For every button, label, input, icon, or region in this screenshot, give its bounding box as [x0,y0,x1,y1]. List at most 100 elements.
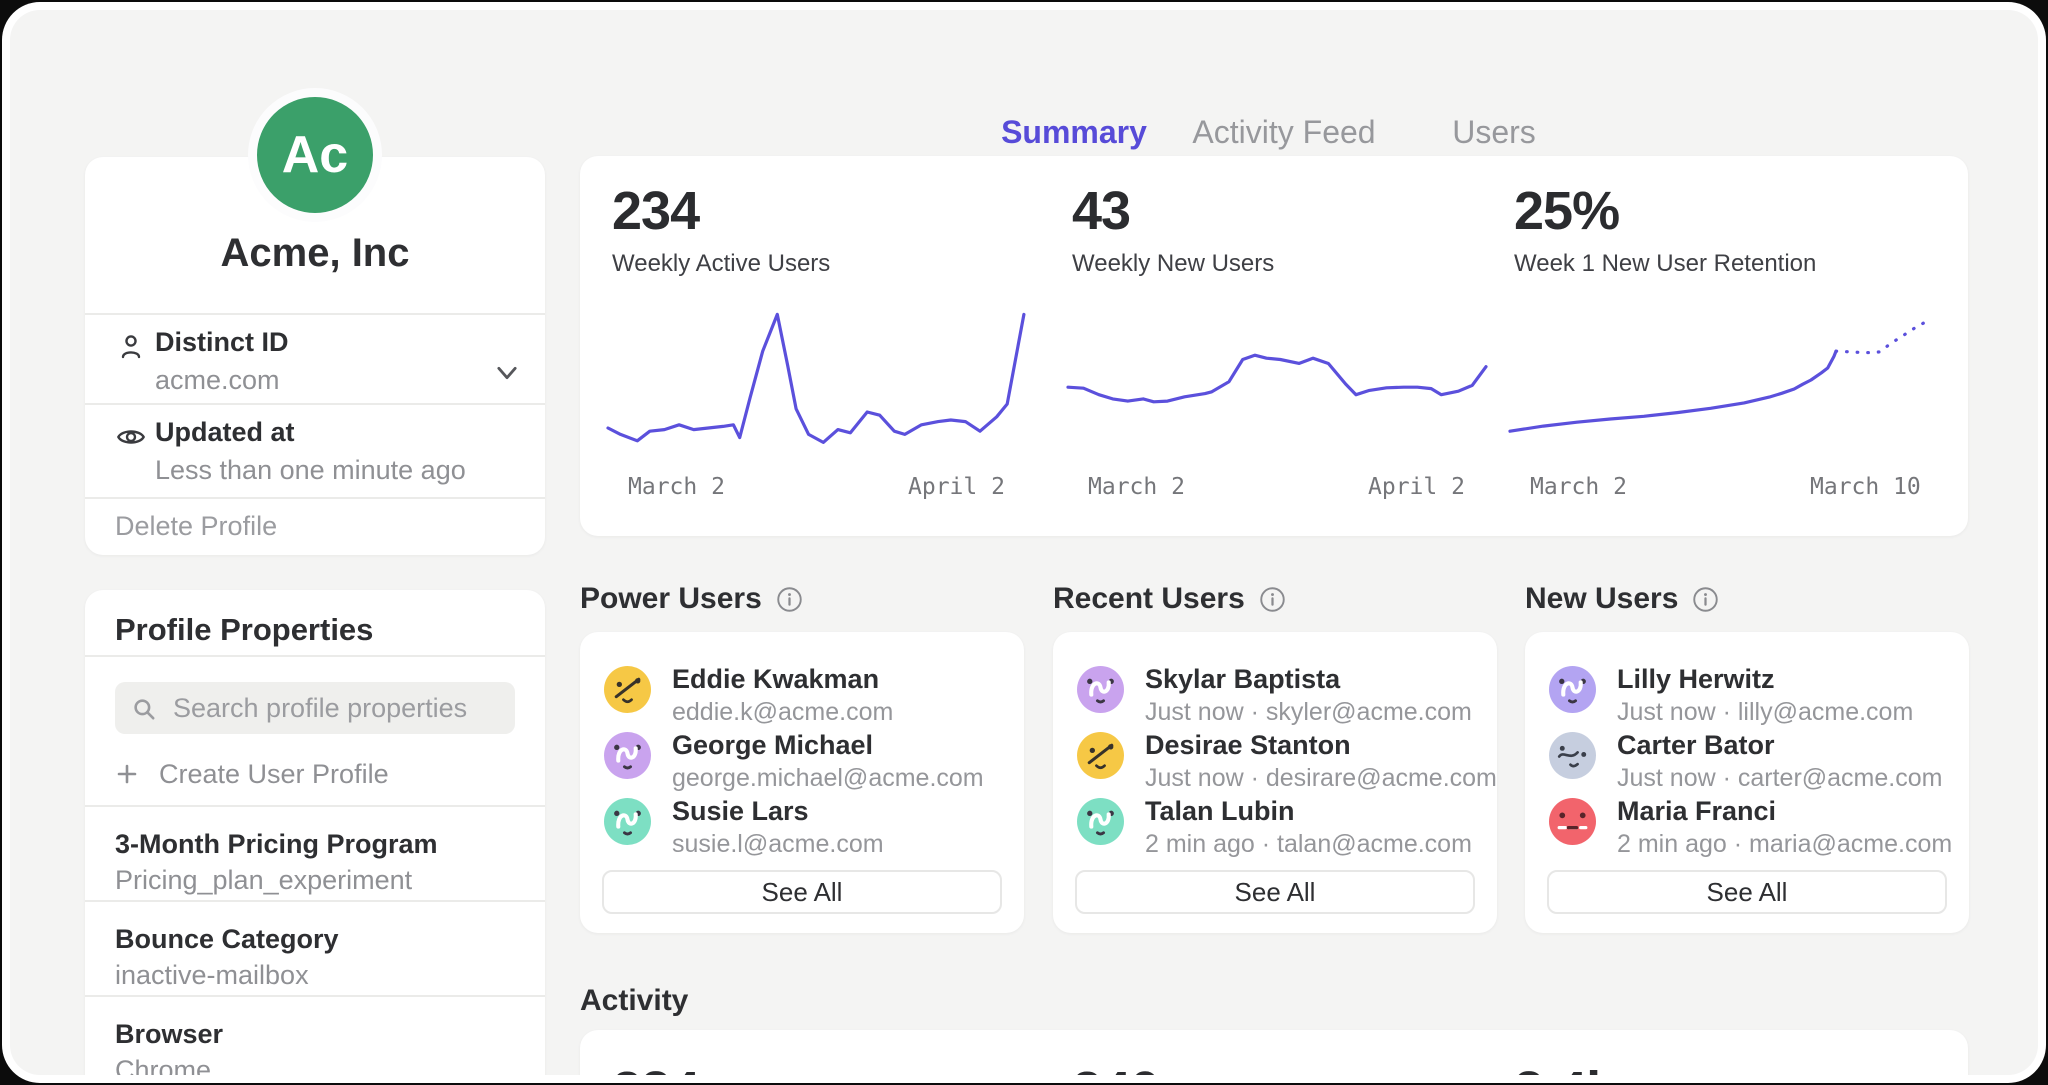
user-meta: susie.l@acme.com [672,830,884,859]
new-users-header: New Users [1525,582,1719,616]
property-name: Bounce Category [115,924,339,955]
chart-line-weekly-active-users [608,314,1024,442]
see-all-button[interactable]: See All [1547,870,1947,914]
activity-stat-value: 3.4k [1514,1060,1615,1075]
chevron-down-icon[interactable] [493,359,521,387]
property-value: Pricing_plan_experiment [115,865,412,896]
chart-line-retention-actual [1510,351,1836,431]
profile-properties-card: Profile Properties Create User Profile 3… [85,590,545,1075]
person-icon [115,331,147,363]
user-name: Eddie Kwakman [672,664,879,695]
line-chart-weekly-new-users [1068,300,1486,460]
property-row: 3-Month Pricing Program Pricing_plan_exp… [85,805,545,900]
delete-profile-button[interactable]: Delete Profile [115,511,277,542]
user-meta: george.michael@acme.com [672,764,984,793]
user-meta: Just now · desirare@acme.com [1145,764,1497,793]
x-axis-tick: April 2 [908,474,1005,500]
user-name: Lilly Herwitz [1617,664,1775,695]
create-user-profile-button[interactable]: Create User Profile [115,754,389,794]
stat-label: Weekly New Users [1072,250,1274,278]
company-avatar: Ac [248,88,382,222]
user-list-item[interactable]: Carter BatorJust now · carter@acme.com [1525,728,1969,788]
user-list-item[interactable]: Maria Franci2 min ago · maria@acme.com [1525,794,1969,854]
company-name: Acme, Inc [85,231,545,276]
create-user-profile-label: Create User Profile [159,759,389,790]
x-axis-tick: April 2 [1368,474,1465,500]
user-meta: Just now · skyler@acme.com [1145,698,1472,727]
field-label: Updated at [155,417,295,448]
field-row-updated-at: Updated at Less than one minute ago [85,403,545,497]
tab-bar: Summary Activity Feed Users [590,106,1978,162]
property-row: Browser Chrome [85,995,545,1075]
user-name: Desirae Stanton [1145,730,1351,761]
user-list-item[interactable]: Desirae StantonJust now · desirare@acme.… [1053,728,1497,788]
field-row-distinct-id: Distinct ID acme.com [85,313,545,403]
stat-weekly-active-users: 234 Weekly Active Users March 2 April 2 [608,156,1028,536]
property-value: Chrome [115,1055,211,1075]
user-list-item[interactable]: George Michaelgeorge.michael@acme.com [580,728,1024,788]
power-users-card: Eddie Kwakmaneddie.k@acme.comGeorge Mich… [580,632,1024,933]
line-chart-retention [1510,300,1928,460]
property-value: inactive-mailbox [115,960,309,991]
x-axis-tick: March 2 [1088,474,1185,500]
info-icon[interactable] [1692,586,1719,613]
divider [85,655,545,657]
info-icon[interactable] [776,586,803,613]
stat-value: 43 [1072,180,1130,242]
section-title: Recent Users [1053,582,1245,616]
recent-users-card: Skylar Baptista Just now · skyler@acme.co… [1053,632,1497,933]
property-name: 3-Month Pricing Program [115,829,438,860]
user-list-item[interactable]: Lilly HerwitzJust now · lilly@acme.com [1525,662,1969,722]
x-axis-tick: March 10 [1810,474,1921,500]
eye-icon [115,421,147,453]
user-name: Carter Bator [1617,730,1775,761]
section-title: New Users [1525,582,1678,616]
activity-stat-value: 234 [612,1060,699,1075]
user-meta: eddie.k@acme.com [672,698,893,727]
user-name: Skylar Baptista [1145,664,1340,695]
tab-activity-feed[interactable]: Activity Feed [1179,106,1389,162]
field-value: acme.com [155,365,280,396]
user-name: Maria Franci [1617,796,1776,827]
user-avatar [1549,732,1596,779]
user-avatar [1077,666,1124,713]
user-list-item[interactable]: Susie Larssusie.l@acme.com [580,794,1024,854]
profile-properties-title: Profile Properties [115,612,373,648]
summary-stats-card: 234 Weekly Active Users March 2 April 2 … [580,156,1968,536]
user-avatar [604,666,651,713]
plus-icon [115,762,139,786]
see-all-button[interactable]: See All [602,870,1002,914]
search-input[interactable] [115,682,515,734]
user-avatar [1077,732,1124,779]
chart-line-retention-projected [1836,323,1924,353]
user-name: George Michael [672,730,873,761]
tab-users[interactable]: Users [1389,106,1599,162]
user-meta: 2 min ago · talan@acme.com [1145,830,1472,859]
user-avatar [1549,666,1596,713]
recent-users-header: Recent Users [1053,582,1286,616]
company-avatar-initials: Ac [282,125,348,185]
user-list-item[interactable]: Talan Lubin2 min ago · talan@acme.com [1053,794,1497,854]
user-avatar [1549,798,1596,845]
activity-section-title: Activity [580,984,688,1018]
see-all-button[interactable]: See All [1075,870,1475,914]
field-label: Distinct ID [155,327,289,358]
activity-card: 234 240 3.4k [580,1030,1968,1075]
info-icon[interactable] [1259,586,1286,613]
user-avatar [604,732,651,779]
x-axis-tick: March 2 [1530,474,1627,500]
user-list-item[interactable]: Skylar BaptistaJust now · skyler@acme.co… [1053,662,1497,722]
delete-profile-row: Delete Profile [85,497,545,555]
power-users-header: Power Users [580,582,803,616]
property-row: Bounce Category inactive-mailbox [85,900,545,995]
x-axis-tick: March 2 [628,474,725,500]
user-list-item[interactable]: Eddie Kwakmaneddie.k@acme.com [580,662,1024,722]
user-meta: 2 min ago · maria@acme.com [1617,830,1952,859]
user-meta: Just now · carter@acme.com [1617,764,1942,793]
tab-summary[interactable]: Summary [969,106,1179,162]
user-name: Susie Lars [672,796,809,827]
stat-weekly-new-users: 43 Weekly New Users March 2 April 2 [1068,156,1488,536]
user-avatar [1077,798,1124,845]
section-title: Power Users [580,582,762,616]
stat-label: Weekly Active Users [612,250,830,278]
